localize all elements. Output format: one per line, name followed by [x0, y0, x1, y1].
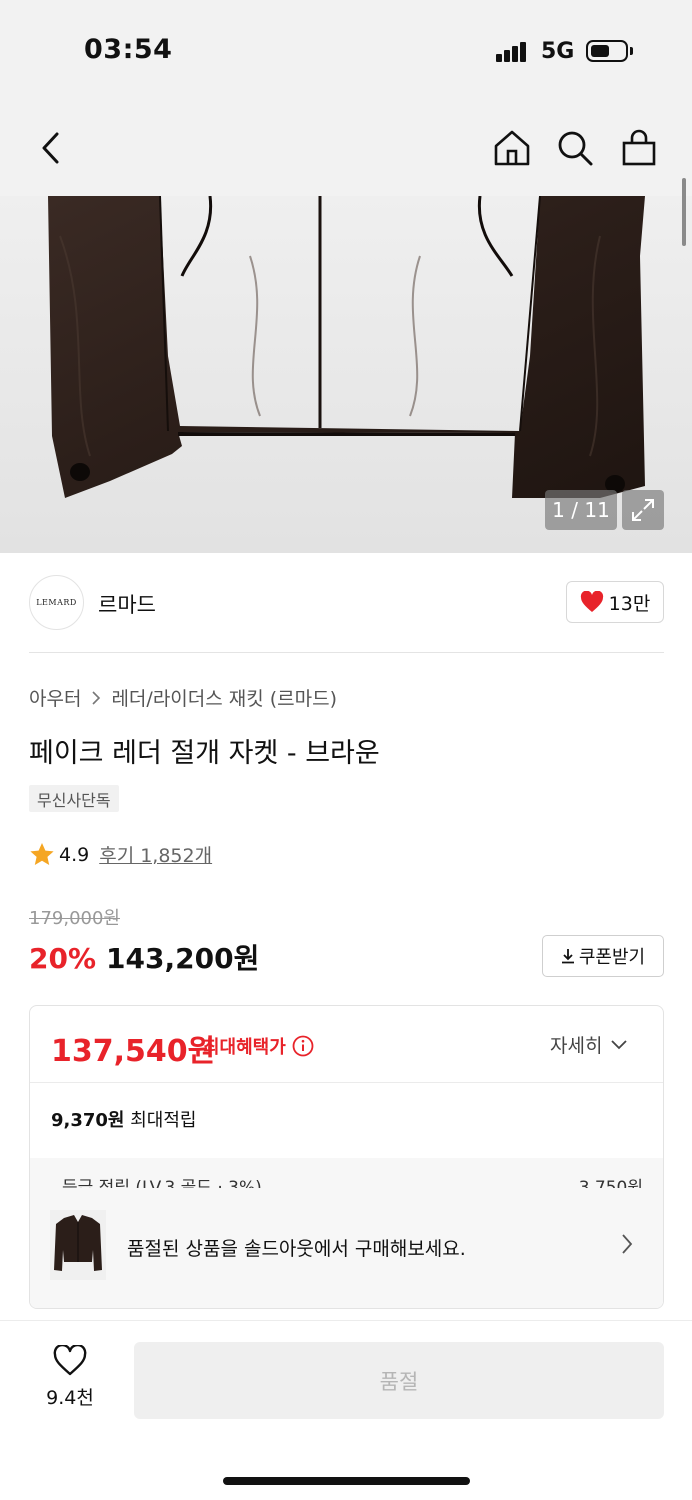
home-indicator[interactable]: [223, 1477, 470, 1485]
info-icon[interactable]: [292, 1035, 314, 1057]
brand-name[interactable]: 르마드: [98, 589, 156, 619]
brand-like-count: 13만: [608, 592, 651, 615]
points-label: 최대적립: [130, 1110, 197, 1131]
status-time: 03:54: [84, 34, 173, 65]
chevron-right-icon: [622, 1234, 633, 1254]
divider: [29, 652, 664, 653]
max-benefit-label: 최대혜택가: [203, 1033, 314, 1059]
rating-score: 4.9: [59, 843, 90, 866]
coupon-label: 쿠폰받기: [578, 947, 646, 968]
heart-filled-icon: [580, 591, 603, 612]
max-benefit-price: 137,540원: [51, 1034, 216, 1069]
brand-row[interactable]: LEMARD 르마드 13만: [0, 553, 692, 653]
brand-logo[interactable]: LEMARD: [29, 575, 84, 630]
heart-outline-icon: [53, 1345, 87, 1376]
network-label: 5G: [541, 39, 575, 64]
product-title: 페이크 레더 절개 자켓 - 브라운: [29, 738, 380, 769]
chevron-right-icon: [92, 690, 101, 705]
home-icon[interactable]: [490, 126, 534, 170]
breadcrumb-parent[interactable]: 아우터: [29, 684, 81, 711]
nav-bar: [0, 100, 692, 196]
star-icon: [30, 843, 54, 865]
review-link[interactable]: 후기 1,852개: [99, 841, 212, 868]
grade-points-value: 3,750원: [578, 1178, 643, 1188]
discount-rate: 20%: [29, 942, 97, 975]
breadcrumb: 아우터 레더/라이더스 재킷 (르마드): [29, 684, 337, 711]
soldout-button[interactable]: 품절: [134, 1342, 664, 1419]
points-row: 9,370원 최대적립: [51, 1106, 196, 1132]
coupon-button[interactable]: 쿠폰받기: [542, 935, 664, 977]
benefit-head[interactable]: 137,540원 최대혜택가 자세히: [30, 1006, 663, 1083]
bottom-bar: 9.4천 품절: [0, 1320, 692, 1500]
expand-icon[interactable]: [622, 490, 664, 530]
scroll-indicator[interactable]: [682, 178, 686, 246]
soldout-thumbnail: [50, 1210, 106, 1280]
exclusive-badge: 무신사단독: [29, 785, 119, 812]
original-price: 179,000원: [29, 908, 120, 929]
download-icon: [561, 949, 574, 964]
soldout-banner-text: 품절된 상품을 솔드아웃에서 구매해보세요.: [127, 1238, 466, 1260]
sale-price: 143,200원: [106, 942, 260, 975]
wishlist-count: 9.4천: [46, 1387, 94, 1409]
points-amount: 9,370원: [51, 1110, 125, 1131]
image-counter: 1 / 11: [545, 490, 617, 530]
wishlist-button[interactable]: 9.4천: [30, 1345, 110, 1417]
battery-tip: [630, 47, 633, 55]
detail-button[interactable]: 자세히: [550, 1031, 628, 1058]
search-icon[interactable]: [553, 126, 597, 170]
grade-points-row: 등급 적립 (LV.3 골드 · 3%) 3,750원 품절된 상품을 솔드아웃…: [30, 1158, 663, 1308]
breadcrumb-current[interactable]: 레더/라이더스 재킷 (르마드): [111, 684, 337, 711]
rating-row: 4.9 후기 1,852개: [29, 841, 212, 868]
max-benefit-text: 최대혜택가: [203, 1037, 286, 1058]
back-icon[interactable]: [28, 126, 72, 170]
detail-label: 자세히: [550, 1035, 603, 1057]
soldout-banner[interactable]: 품절된 상품을 솔드아웃에서 구매해보세요.: [30, 1188, 663, 1308]
battery-icon: [586, 40, 628, 62]
chevron-down-icon: [611, 1039, 628, 1049]
status-bar: 03:54 5G: [0, 0, 692, 100]
sale-row: 20% 143,200원: [29, 937, 259, 977]
grade-points-text: 등급 적립 (LV.3 골드 · 3%): [62, 1178, 262, 1188]
signal-icon: [496, 40, 532, 62]
benefit-box: 137,540원 최대혜택가 자세히 9,370원 최대적립 등급 적립 (LV…: [29, 1005, 664, 1309]
brand-like-button[interactable]: 13만: [566, 581, 664, 623]
cart-icon[interactable]: [617, 126, 661, 170]
